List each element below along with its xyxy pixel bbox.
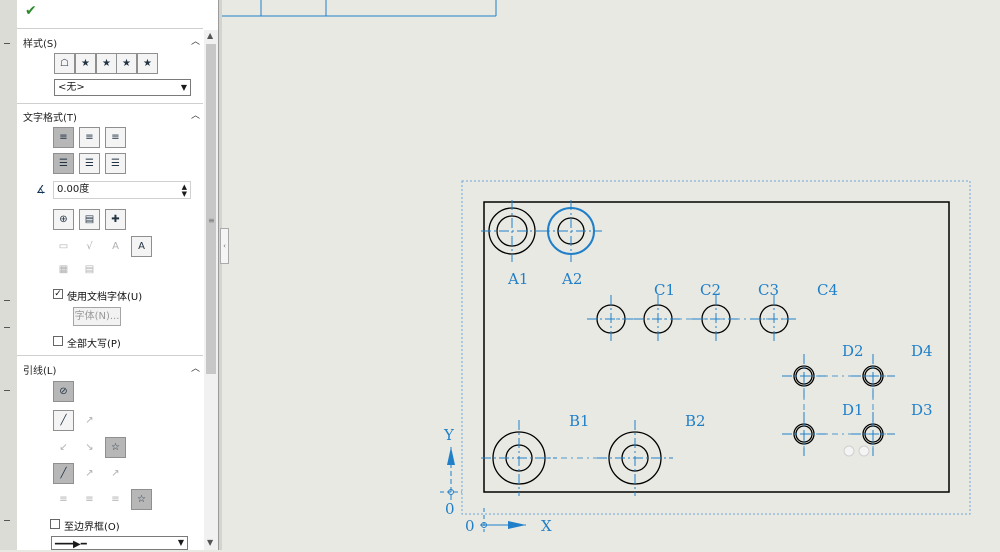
sketch-relation-glyph [843,445,855,457]
origin-y-label: 0 [445,500,455,518]
label-d4[interactable]: D4 [911,342,933,360]
label-a1[interactable]: A1 [507,270,528,288]
label-b2[interactable]: B2 [685,412,706,430]
holes-group [481,200,895,496]
sketch-relation-glyph [858,445,870,457]
title-block-fragment [222,0,497,17]
label-a2[interactable]: A2 [561,270,582,288]
hole-a1[interactable] [481,200,543,262]
axis-x-label: X [541,517,552,535]
label-d2[interactable]: D2 [842,342,864,360]
label-c2[interactable]: C2 [700,281,721,299]
label-c4[interactable]: C4 [817,281,838,299]
hole-a2[interactable] [540,200,602,262]
axis-y-label: Y [443,426,455,444]
hole-c3[interactable] [692,295,740,343]
origin-x-label: 0 [465,517,475,535]
label-c1[interactable]: C1 [654,281,675,299]
label-d1[interactable]: D1 [842,401,864,419]
drawing-canvas: A1 A2 C1 C2 C3 C4 D2 D4 D1 D3 B1 B2 Y 0 … [222,0,971,535]
hole-b2[interactable] [597,420,673,496]
label-b1[interactable]: B1 [569,412,590,430]
label-d3[interactable]: D3 [911,401,933,419]
label-c3[interactable]: C3 [758,281,779,299]
hole-c4[interactable] [750,295,798,343]
origin-axes [440,447,526,532]
